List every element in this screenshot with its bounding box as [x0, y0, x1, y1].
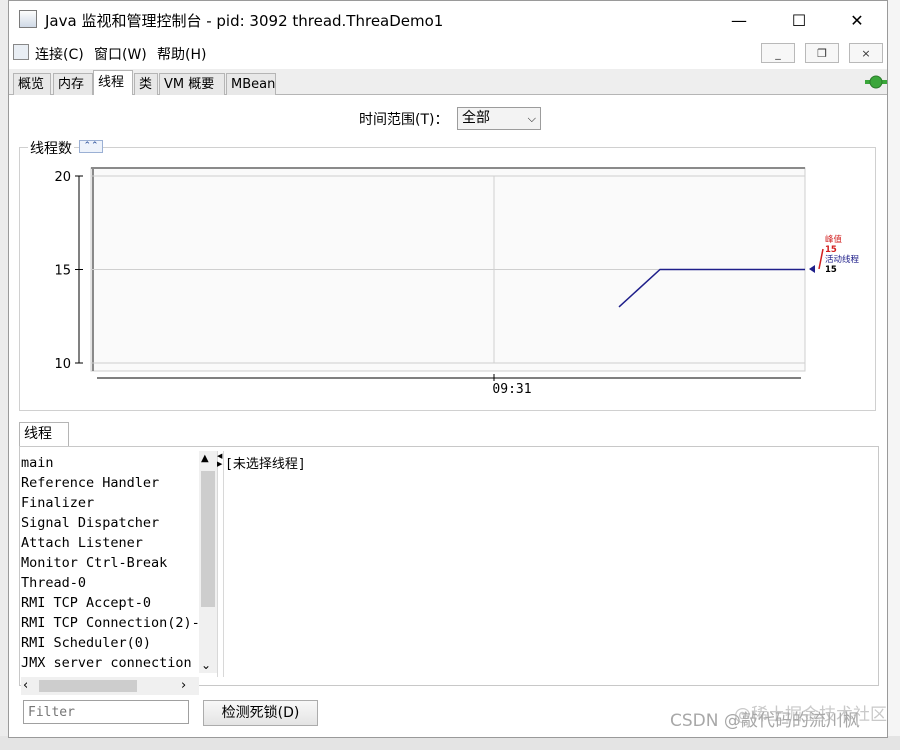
threads-subtab[interactable]: 线程 [19, 422, 69, 446]
chevron-up-icon[interactable]: ⌃⌃ [79, 140, 103, 153]
legend-peak-value: 15 [825, 245, 837, 255]
jconsole-window: Java 监视和管理控制台 - pid: 3092 thread.ThreaDe… [8, 0, 888, 738]
scroll-left-icon[interactable]: ‹ [23, 678, 28, 693]
horizontal-scroll-thumb[interactable] [39, 680, 137, 692]
thread-list-item[interactable]: RMI TCP Accept-0 [21, 593, 199, 613]
thread-list-item[interactable]: Attach Listener [21, 533, 199, 553]
tab-overview[interactable]: 概览 [13, 73, 51, 95]
split-arrows-icon[interactable]: ◀ ▶ [217, 452, 222, 468]
desktop-background-right [888, 0, 900, 740]
time-range-select[interactable]: 全部 ⌵ [457, 107, 541, 130]
y-tick-label: 20 [54, 170, 71, 185]
window-title: Java 监视和管理控制台 - pid: 3092 thread.ThreaDe… [45, 12, 444, 30]
x-tick-label: 09:31 [492, 382, 531, 397]
tab-memory[interactable]: 内存 [53, 73, 93, 95]
thread-list-item[interactable]: JMX server connection [21, 653, 199, 673]
thread-list[interactable]: main Reference Handler Finalizer Signal Dis… [21, 453, 199, 673]
tab-threads[interactable]: 线程 [93, 70, 133, 96]
menu-connect[interactable]: 连接(C) [35, 44, 84, 64]
internal-close-button[interactable]: × [849, 43, 883, 63]
legend-active-label: 活动线程 [825, 254, 860, 265]
scroll-right-icon[interactable]: › [181, 678, 186, 693]
thread-list-item[interactable]: Finalizer [21, 493, 199, 513]
connection-status-icon [865, 75, 887, 89]
minimize-button[interactable]: — [709, 1, 769, 39]
thread-detail-area[interactable] [223, 451, 877, 685]
thread-count-chart: 20151009:31峰值15活动线程15 [54, 167, 860, 397]
thread-list-item[interactable]: Reference Handler [21, 473, 199, 493]
time-range-label: 时间范围(T)： [359, 112, 449, 128]
tab-vm-summary[interactable]: VM 概要 [159, 73, 225, 95]
detect-deadlock-button[interactable]: 检测死锁(D) [203, 700, 318, 726]
thread-detail-text: [未选择线程] [225, 457, 306, 472]
title-bar[interactable]: Java 监视和管理控制台 - pid: 3092 thread.ThreaDe… [9, 1, 887, 39]
thread-list-item[interactable]: Monitor Ctrl-Break [21, 553, 199, 573]
y-tick-label: 10 [54, 357, 71, 372]
y-tick-label: 15 [54, 264, 71, 279]
tab-mbean[interactable]: MBean [226, 73, 276, 95]
thread-count-title: 线程数 [28, 138, 74, 158]
java-app-icon [19, 10, 37, 28]
thread-list-item[interactable]: RMI Scheduler(0) [21, 633, 199, 653]
active-threads-marker [809, 265, 815, 273]
filter-input[interactable] [23, 700, 189, 724]
thread-list-item[interactable]: Thread-0 [21, 573, 199, 593]
legend-peak-label: 峰值 [825, 234, 843, 245]
legend-active-value: 15 [825, 265, 837, 275]
maximize-button[interactable]: ☐ [769, 1, 829, 39]
close-button[interactable]: ✕ [827, 1, 887, 39]
thread-list-item[interactable]: RMI TCP Connection(2)- [21, 613, 199, 633]
vertical-scroll-thumb[interactable] [201, 471, 215, 607]
peak-marker [818, 248, 824, 270]
chevron-down-icon: ⌵ [527, 112, 536, 125]
thread-list-item[interactable]: Signal Dispatcher [21, 513, 199, 533]
desktop-background-bottom [0, 736, 900, 750]
internal-restore-button[interactable]: ❐ [805, 43, 839, 63]
menu-help[interactable]: 帮助(H) [157, 44, 206, 64]
watermark: CSDN @敲代码的流川枫 [670, 711, 860, 731]
menu-window[interactable]: 窗口(W) [94, 44, 147, 64]
time-range-value: 全部 [462, 110, 490, 126]
internal-minimize-button[interactable]: _ [761, 43, 795, 63]
scroll-up-icon[interactable]: ▲ [201, 453, 209, 464]
tab-classes[interactable]: 类 [134, 73, 158, 95]
menu-bar: 连接(C) 窗口(W) 帮助(H) [9, 39, 887, 67]
frame-menu-icon[interactable] [13, 44, 29, 60]
scroll-down-icon[interactable]: ⌄ [201, 658, 211, 672]
thread-list-item[interactable]: main [21, 453, 199, 473]
